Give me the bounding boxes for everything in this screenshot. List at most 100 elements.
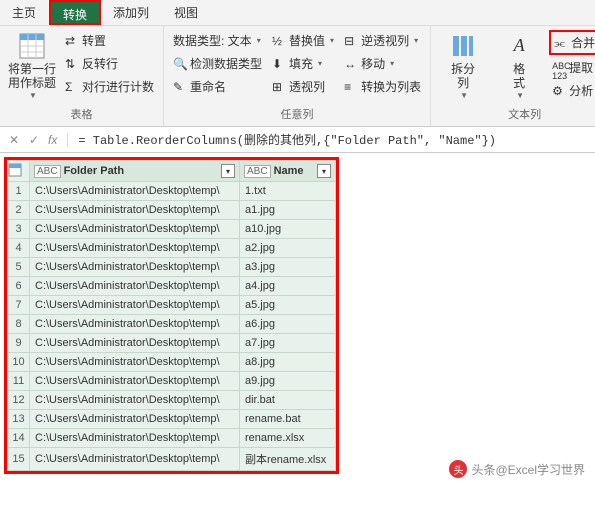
chevron-down-icon: ▼ — [516, 91, 524, 101]
replace-values-button[interactable]: ½ 替换值 ▾ — [269, 30, 337, 51]
row-number[interactable]: 14 — [8, 429, 30, 448]
tab-add-column[interactable]: 添加列 — [101, 0, 162, 25]
table-row[interactable]: 13C:\Users\Administrator\Desktop\temp\re… — [8, 410, 336, 429]
tab-transform[interactable]: 转换 — [49, 0, 101, 25]
table-row[interactable]: 14C:\Users\Administrator\Desktop\temp\re… — [8, 429, 336, 448]
cell-name[interactable]: a5.jpg — [240, 296, 336, 315]
cell-folder-path[interactable]: C:\Users\Administrator\Desktop\temp\ — [30, 296, 240, 315]
cell-name[interactable]: a7.jpg — [240, 334, 336, 353]
table-row[interactable]: 1C:\Users\Administrator\Desktop\temp\1.t… — [8, 182, 336, 201]
row-number[interactable]: 6 — [8, 277, 30, 296]
cell-folder-path[interactable]: C:\Users\Administrator\Desktop\temp\ — [30, 334, 240, 353]
cell-name[interactable]: 1.txt — [240, 182, 336, 201]
filter-button[interactable]: ▾ — [221, 164, 235, 178]
column-header-name[interactable]: ABC Name ▾ — [240, 161, 336, 182]
list-icon: ≡ — [344, 80, 358, 94]
table-row[interactable]: 9C:\Users\Administrator\Desktop\temp\a7.… — [8, 334, 336, 353]
row-number[interactable]: 7 — [8, 296, 30, 315]
cell-name[interactable]: a8.jpg — [240, 353, 336, 372]
cell-name[interactable]: a3.jpg — [240, 258, 336, 277]
row-number[interactable]: 1 — [8, 182, 30, 201]
cell-folder-path[interactable]: C:\Users\Administrator\Desktop\temp\ — [30, 429, 240, 448]
rename-icon: ✎ — [173, 80, 187, 94]
tab-view[interactable]: 视图 — [162, 0, 211, 25]
row-number[interactable]: 13 — [8, 410, 30, 429]
cell-folder-path[interactable]: C:\Users\Administrator\Desktop\temp\ — [30, 239, 240, 258]
cell-folder-path[interactable]: C:\Users\Administrator\Desktop\temp\ — [30, 353, 240, 372]
cell-name[interactable]: a2.jpg — [240, 239, 336, 258]
cell-folder-path[interactable]: C:\Users\Administrator\Desktop\temp\ — [30, 277, 240, 296]
table-row[interactable]: 4C:\Users\Administrator\Desktop\temp\a2.… — [8, 239, 336, 258]
cell-folder-path[interactable]: C:\Users\Administrator\Desktop\temp\ — [30, 448, 240, 471]
split-column-button[interactable]: 拆分 列 ▼ — [437, 30, 489, 102]
button-label: 检测数据类型 — [190, 55, 262, 72]
tab-home[interactable]: 主页 — [0, 0, 49, 25]
table-row[interactable]: 8C:\Users\Administrator\Desktop\temp\a6.… — [8, 315, 336, 334]
cell-folder-path[interactable]: C:\Users\Administrator\Desktop\temp\ — [30, 391, 240, 410]
cell-name[interactable]: dir.bat — [240, 391, 336, 410]
table-row[interactable]: 2C:\Users\Administrator\Desktop\temp\a1.… — [8, 201, 336, 220]
table-row[interactable]: 5C:\Users\Administrator\Desktop\temp\a3.… — [8, 258, 336, 277]
cell-name[interactable]: rename.xlsx — [240, 429, 336, 448]
table-row[interactable]: 6C:\Users\Administrator\Desktop\temp\a4.… — [8, 277, 336, 296]
column-header-folder-path[interactable]: ABC Folder Path ▾ — [30, 161, 240, 182]
merge-columns-button[interactable]: ⫘ 合并列 — [549, 30, 595, 55]
row-number[interactable]: 10 — [8, 353, 30, 372]
use-first-row-headers-button[interactable]: 将第一行 用作标题 ▼ — [6, 30, 58, 102]
cell-name[interactable]: a1.jpg — [240, 201, 336, 220]
cell-name[interactable]: 副本rename.xlsx — [240, 448, 336, 471]
group-label: 文本列 — [437, 102, 595, 124]
rename-button[interactable]: ✎ 重命名 — [170, 76, 265, 97]
table-row[interactable]: 10C:\Users\Administrator\Desktop\temp\a8… — [8, 353, 336, 372]
row-number[interactable]: 3 — [8, 220, 30, 239]
cell-folder-path[interactable]: C:\Users\Administrator\Desktop\temp\ — [30, 182, 240, 201]
extract-icon: ABC123 — [552, 61, 566, 75]
detect-icon: 🔍 — [173, 57, 187, 71]
reverse-rows-button[interactable]: ⇅ 反转行 — [62, 53, 157, 74]
table-row[interactable]: 7C:\Users\Administrator\Desktop\temp\a5.… — [8, 296, 336, 315]
transpose-button[interactable]: ⇄ 转置 — [62, 30, 157, 51]
check-icon[interactable]: ✓ — [24, 133, 44, 147]
row-number[interactable]: 11 — [8, 372, 30, 391]
row-number[interactable]: 2 — [8, 201, 30, 220]
cell-folder-path[interactable]: C:\Users\Administrator\Desktop\temp\ — [30, 315, 240, 334]
data-type-button[interactable]: 数据类型: 文本 ▾ — [170, 30, 265, 51]
count-rows-button[interactable]: Σ 对行进行计数 — [62, 76, 157, 97]
table-corner[interactable] — [8, 161, 30, 182]
extract-button[interactable]: ABC123 提取 ▾ — [549, 57, 595, 78]
cell-folder-path[interactable]: C:\Users\Administrator\Desktop\temp\ — [30, 410, 240, 429]
cell-name[interactable]: a9.jpg — [240, 372, 336, 391]
row-number[interactable]: 15 — [8, 448, 30, 471]
to-list-button[interactable]: ≡ 转换为列表 — [341, 76, 424, 97]
formula-text[interactable]: = Table.ReorderColumns(删除的其他列,{"Folder P… — [78, 131, 595, 148]
pivot-button[interactable]: ⊞ 透视列 — [269, 76, 337, 97]
split-icon — [449, 32, 477, 60]
parse-button[interactable]: ⚙ 分析 ▾ — [549, 80, 595, 101]
fill-button[interactable]: ⬇ 填充 ▾ — [269, 53, 337, 74]
row-number[interactable]: 8 — [8, 315, 30, 334]
cell-folder-path[interactable]: C:\Users\Administrator\Desktop\temp\ — [30, 372, 240, 391]
cell-name[interactable]: rename.bat — [240, 410, 336, 429]
cell-folder-path[interactable]: C:\Users\Administrator\Desktop\temp\ — [30, 220, 240, 239]
filter-button[interactable]: ▾ — [317, 164, 331, 178]
format-button[interactable]: A 格 式 ▼ — [493, 30, 545, 102]
row-number[interactable]: 9 — [8, 334, 30, 353]
move-button[interactable]: ↔ 移动 ▾ — [341, 53, 424, 74]
cell-folder-path[interactable]: C:\Users\Administrator\Desktop\temp\ — [30, 201, 240, 220]
table-row[interactable]: 3C:\Users\Administrator\Desktop\temp\a10… — [8, 220, 336, 239]
fill-icon: ⬇ — [272, 57, 286, 71]
button-label: 格 式 — [513, 62, 525, 91]
detect-type-button[interactable]: 🔍 检测数据类型 — [170, 53, 265, 74]
cell-folder-path[interactable]: C:\Users\Administrator\Desktop\temp\ — [30, 258, 240, 277]
row-number[interactable]: 5 — [8, 258, 30, 277]
table-row[interactable]: 11C:\Users\Administrator\Desktop\temp\a9… — [8, 372, 336, 391]
cell-name[interactable]: a6.jpg — [240, 315, 336, 334]
unpivot-button[interactable]: ⊟ 逆透视列 ▾ — [341, 30, 424, 51]
cell-name[interactable]: a10.jpg — [240, 220, 336, 239]
row-number[interactable]: 12 — [8, 391, 30, 410]
cell-name[interactable]: a4.jpg — [240, 277, 336, 296]
close-icon[interactable]: ✕ — [4, 133, 24, 147]
table-row[interactable]: 12C:\Users\Administrator\Desktop\temp\di… — [8, 391, 336, 410]
table-row[interactable]: 15C:\Users\Administrator\Desktop\temp\副本… — [8, 448, 336, 471]
row-number[interactable]: 4 — [8, 239, 30, 258]
